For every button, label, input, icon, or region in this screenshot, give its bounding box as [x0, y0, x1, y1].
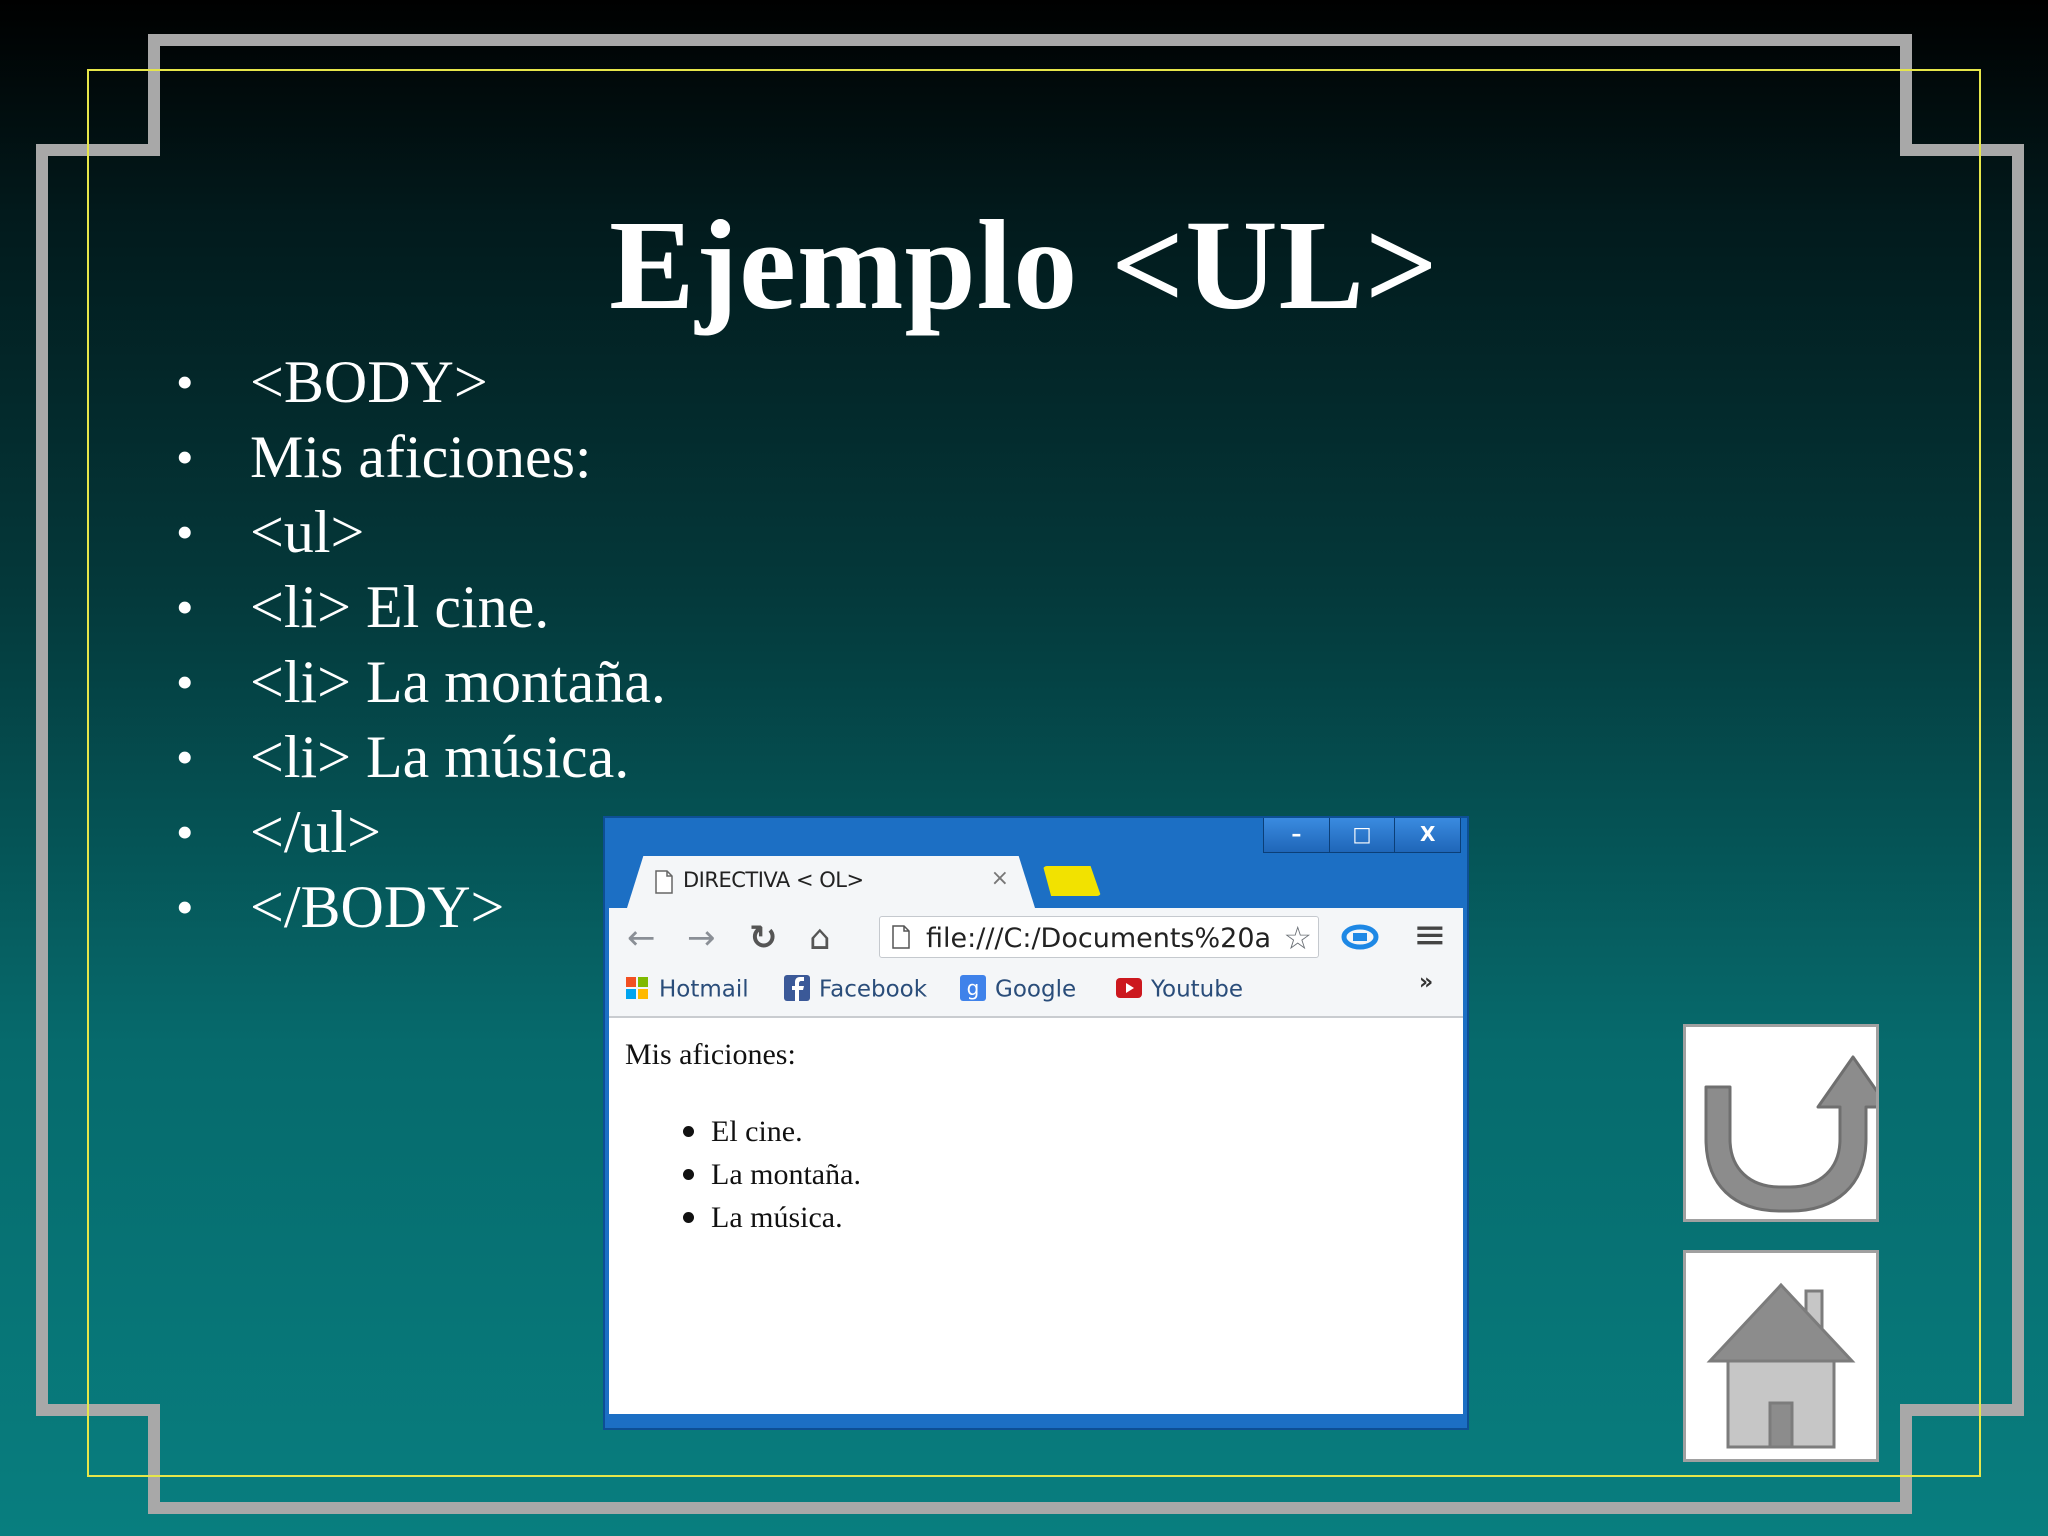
- list-item: La montaña.: [669, 1153, 861, 1196]
- facebook-icon: [784, 975, 810, 1001]
- slide-title: Ejemplo <UL>: [609, 194, 1439, 336]
- page-icon: [892, 925, 910, 949]
- forward-arrow-icon[interactable]: →: [687, 918, 716, 958]
- svg-text:g: g: [967, 976, 980, 1000]
- reload-icon[interactable]: ↻: [749, 918, 778, 958]
- bullet-text: </ul>: [250, 799, 382, 865]
- bullet-item: • </ul>: [170, 795, 666, 870]
- u-turn-arrow-icon: [1704, 1055, 1890, 1213]
- bullet-item: • Mis aficiones:: [170, 420, 666, 495]
- bullet-dot: •: [176, 804, 194, 860]
- house-icon: [1706, 1282, 1856, 1449]
- bookmark-label: Youtube: [1151, 976, 1243, 1003]
- bullet-text: <li> El cine.: [250, 574, 550, 640]
- minimize-button[interactable]: –: [1264, 818, 1329, 852]
- bullet-item: • <li> La montaña.: [170, 645, 666, 720]
- menu-icon[interactable]: ≡: [1413, 912, 1447, 958]
- bullet-dot: •: [176, 354, 194, 410]
- close-window-button[interactable]: X: [1394, 818, 1460, 852]
- bullet-dot: •: [176, 879, 194, 935]
- bullet-item: • <li> La música.: [170, 720, 666, 795]
- bullet-text: <li> La montaña.: [250, 649, 666, 715]
- page-heading: Mis aficiones:: [625, 1038, 796, 1071]
- bullet-text: </BODY>: [250, 874, 505, 940]
- bullet-item: • <BODY>: [170, 345, 666, 420]
- bullet-dot: •: [176, 729, 194, 785]
- bullet-item: • <li> El cine.: [170, 570, 666, 645]
- bookmark-label: Google: [995, 976, 1077, 1003]
- bookmarks-overflow-icon[interactable]: »: [1419, 970, 1433, 995]
- bullet-dot: •: [176, 654, 194, 710]
- page-icon: [655, 870, 673, 894]
- browser-viewport: Mis aficiones: El cine. La montaña. La m…: [609, 1018, 1463, 1414]
- browser-toolbar: ← → ↻ ⌂ file:///C:/Documents%20a ☆ ≡: [609, 908, 1463, 966]
- bullet-text: Mis aficiones:: [250, 424, 592, 490]
- bookmark-star-icon[interactable]: ☆: [1283, 919, 1312, 957]
- bookmark-youtube[interactable]: Youtube: [1115, 976, 1243, 1004]
- bookmark-label: Hotmail: [659, 976, 749, 1003]
- list-item: La música.: [669, 1196, 861, 1239]
- new-tab-button[interactable]: [1043, 866, 1101, 896]
- bullet-text: <li> La música.: [250, 724, 630, 790]
- bookmark-hotmail[interactable]: Hotmail: [623, 976, 749, 1004]
- back-arrow-icon[interactable]: ←: [627, 918, 656, 958]
- rendered-list: El cine. La montaña. La música.: [669, 1110, 861, 1239]
- bookmark-label: Facebook: [819, 976, 928, 1003]
- windows-icon: [626, 977, 648, 999]
- bullet-dot: •: [176, 579, 194, 635]
- bullet-dot: •: [176, 429, 194, 485]
- bookmark-facebook[interactable]: Facebook: [783, 975, 928, 1004]
- back-button[interactable]: [1683, 1024, 1890, 1222]
- bookmarks-bar: Hotmail Facebook g Google Youtube »: [609, 966, 1463, 1018]
- sync-icon[interactable]: [1341, 922, 1379, 952]
- youtube-icon: [1116, 978, 1142, 998]
- bullet-text: <ul>: [250, 499, 365, 565]
- home-button[interactable]: [1683, 1250, 1879, 1462]
- google-icon: g: [960, 975, 986, 1001]
- code-bullet-list: • <BODY> • Mis aficiones: • <ul> • <li> El c…: [170, 345, 666, 945]
- bullet-item: • <ul>: [170, 495, 666, 570]
- bullet-dot: •: [176, 504, 194, 560]
- bullet-text: <BODY>: [250, 349, 488, 415]
- bullet-item: • </BODY>: [170, 870, 666, 945]
- maximize-button[interactable]: □: [1328, 818, 1395, 852]
- bookmark-google[interactable]: g Google: [959, 975, 1077, 1004]
- list-item: El cine.: [669, 1110, 861, 1153]
- browser-tab[interactable]: DIRECTIVA < OL> ×: [627, 856, 1035, 908]
- window-controls: – □ X: [1263, 818, 1461, 853]
- tab-close-icon[interactable]: ×: [991, 866, 1009, 891]
- tab-title: DIRECTIVA < OL>: [683, 868, 864, 892]
- browser-screenshot: – □ X DIRECTIVA < OL> × ← → ↻ ⌂ file:///…: [603, 816, 1469, 1430]
- address-bar[interactable]: file:///C:/Documents%20a ☆: [879, 916, 1319, 958]
- address-text: file:///C:/Documents%20a: [926, 923, 1272, 954]
- home-icon[interactable]: ⌂: [809, 918, 831, 958]
